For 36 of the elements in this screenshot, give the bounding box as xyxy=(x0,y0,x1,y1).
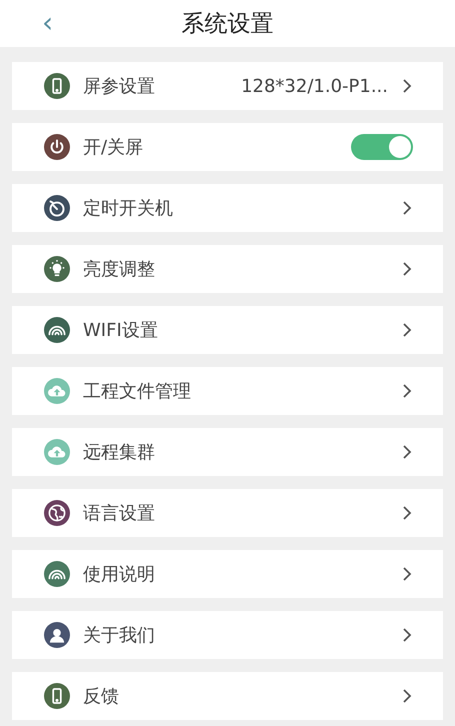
back-button[interactable]: ‹ xyxy=(42,6,54,39)
chevron-icon xyxy=(402,566,412,582)
row-label: 屏参设置 xyxy=(83,75,156,98)
settings-row[interactable]: 开/关屏 xyxy=(12,123,443,171)
chevron-icon xyxy=(402,78,412,94)
settings-row[interactable]: 远程集群 xyxy=(12,428,443,476)
row-label: 语言设置 xyxy=(83,502,156,525)
row-label: 定时开关机 xyxy=(83,197,174,220)
row-label: 工程文件管理 xyxy=(83,380,192,403)
settings-row[interactable]: WIFI设置 xyxy=(12,306,443,354)
settings-row[interactable]: 关于我们 xyxy=(12,611,443,659)
chevron-icon xyxy=(402,200,412,216)
chevron-icon xyxy=(402,444,412,460)
row-label: 反馈 xyxy=(83,685,120,708)
row-value: 128*32/1.0-P1... xyxy=(241,76,388,96)
settings-row[interactable]: 亮度调整 xyxy=(12,245,443,293)
settings-row[interactable]: 使用说明 xyxy=(12,550,443,598)
toggle-switch[interactable] xyxy=(351,134,413,160)
page-title: 系统设置 xyxy=(182,10,274,39)
settings-row[interactable]: 屏参设置 128*32/1.0-P1... xyxy=(12,62,443,110)
chevron-icon xyxy=(402,627,412,643)
chevron-icon xyxy=(402,688,412,704)
row-label: 远程集群 xyxy=(83,441,156,464)
chevron-icon xyxy=(402,261,412,277)
row-label: 亮度调整 xyxy=(83,258,156,281)
chevron-icon xyxy=(402,505,412,521)
row-label: WIFI设置 xyxy=(83,319,159,342)
row-label: 关于我们 xyxy=(83,624,156,647)
settings-row[interactable]: 工程文件管理 xyxy=(12,367,443,415)
settings-row[interactable]: 语言设置 xyxy=(12,489,443,537)
chevron-icon xyxy=(402,322,412,338)
settings-row[interactable]: 反馈 xyxy=(12,672,443,720)
row-label: 开/关屏 xyxy=(83,136,144,159)
chevron-icon xyxy=(402,383,412,399)
row-label: 使用说明 xyxy=(83,563,156,586)
settings-row[interactable]: 定时开关机 xyxy=(12,184,443,232)
